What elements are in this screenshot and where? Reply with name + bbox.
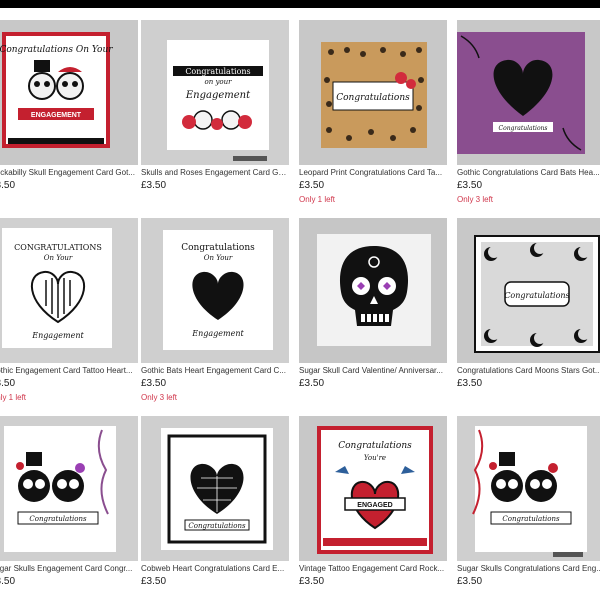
listing-title[interactable]: Skulls and Roses Engagement Card Go... bbox=[141, 168, 289, 177]
sugar-skulls-couple-icon: Congratulations bbox=[457, 416, 600, 561]
listing-thumbnail[interactable]: Congratulations On Your ENGAGEMENT bbox=[0, 20, 138, 165]
svg-text:on your: on your bbox=[205, 78, 233, 86]
listing-price: £3.50 bbox=[299, 180, 325, 191]
svg-text:Congratulations: Congratulations bbox=[502, 515, 560, 523]
listing-thumbnail[interactable] bbox=[299, 218, 447, 363]
listing-price: £3.50 bbox=[299, 576, 325, 587]
svg-text:ENGAGED: ENGAGED bbox=[357, 502, 392, 509]
svg-text:CONGRATULATIONS: CONGRATULATIONS bbox=[14, 243, 102, 252]
listing-price: £3.50 bbox=[0, 180, 16, 191]
listing-title[interactable]: Gothic Engagement Card Tattoo Heart... bbox=[0, 366, 138, 375]
listing-title[interactable]: Congratulations Card Moons Stars Got... bbox=[457, 366, 600, 375]
listing-price: £3.50 bbox=[0, 576, 16, 587]
sugar-skulls-couple-icon: Congratulations bbox=[0, 416, 138, 561]
tattoo-banner-icon: Congratulations You're ENGAGED bbox=[299, 416, 447, 561]
sugar-skull-icon bbox=[299, 218, 447, 363]
svg-text:Congratulations: Congratulations bbox=[336, 93, 410, 103]
moons-stars-icon: Congratulations bbox=[457, 218, 600, 363]
listing-title[interactable]: Gothic Congratulations Card Bats Hea... bbox=[457, 168, 600, 177]
svg-text:You're: You're bbox=[364, 454, 386, 462]
listing-title[interactable]: Rockabilly Skull Engagement Card Got... bbox=[0, 168, 138, 177]
listing-price: £3.50 bbox=[141, 180, 167, 191]
listing-title[interactable]: Sugar Skulls Engagement Card Congr... bbox=[0, 564, 138, 573]
listing-grid: Congratulations On Your ENGAGEMENT Rocka… bbox=[0, 20, 600, 600]
svg-text:Congratulations: Congratulations bbox=[504, 291, 569, 300]
svg-text:Congratulations: Congratulations bbox=[181, 243, 255, 253]
svg-text:Engagement: Engagement bbox=[185, 90, 251, 101]
listing-thumbnail[interactable]: Congratulations You're ENGAGED bbox=[299, 416, 447, 561]
skull-couple-icon: Congratulations On Your ENGAGEMENT bbox=[0, 20, 138, 165]
listing-price: £3.50 bbox=[457, 378, 483, 389]
svg-text:Congratulations: Congratulations bbox=[185, 67, 250, 76]
listing-thumbnail[interactable]: Congratulations bbox=[457, 218, 600, 363]
listing-thumbnail[interactable]: Congratulations bbox=[299, 20, 447, 165]
svg-text:Engagement: Engagement bbox=[31, 331, 84, 340]
svg-text:On Your: On Your bbox=[204, 254, 233, 262]
leopard-print-icon: Congratulations bbox=[299, 20, 447, 165]
listing-title[interactable]: Sugar Skull Card Valentine/ Anniversar..… bbox=[299, 366, 447, 375]
bats-heart-icon: Congratulations On Your Engagement bbox=[141, 218, 289, 363]
listing-title[interactable]: Gothic Bats Heart Engagement Card C... bbox=[141, 366, 289, 375]
listing-thumbnail[interactable]: Congratulations bbox=[141, 416, 289, 561]
listing-title[interactable]: Cobweb Heart Congratulations Card E... bbox=[141, 564, 289, 573]
listing-price: £3.50 bbox=[141, 378, 167, 389]
listing-thumbnail[interactable]: Congratulations bbox=[0, 416, 138, 561]
svg-text:On Your: On Your bbox=[44, 254, 73, 262]
bat-heart-icon: Congratulations bbox=[457, 20, 600, 165]
listing-price: £3.50 bbox=[457, 180, 483, 191]
svg-text:Congratulations: Congratulations bbox=[338, 441, 412, 451]
svg-text:ENGAGEMENT: ENGAGEMENT bbox=[31, 112, 82, 119]
listing-thumbnail[interactable]: Congratulations bbox=[457, 416, 600, 561]
svg-text:Congratulations: Congratulations bbox=[185, 55, 250, 64]
listing-price: £3.50 bbox=[0, 378, 16, 389]
cobweb-heart-icon: Congratulations bbox=[141, 416, 289, 561]
svg-text:Congratulations: Congratulations bbox=[188, 522, 246, 530]
top-border bbox=[0, 0, 600, 8]
listing-thumbnail[interactable]: Congratulations Congratulations on your … bbox=[141, 20, 289, 165]
svg-text:Congratulations On Your: Congratulations On Your bbox=[0, 45, 113, 55]
listing-title[interactable]: Sugar Skulls Congratulations Card Eng... bbox=[457, 564, 600, 573]
stock-notice: Only 3 left bbox=[457, 195, 494, 204]
stock-notice: Only 3 left bbox=[141, 393, 178, 402]
listing-thumbnail[interactable]: Congratulations bbox=[457, 20, 600, 165]
svg-text:Congratulations: Congratulations bbox=[29, 515, 87, 523]
listing-title[interactable]: Leopard Print Congratulations Card Ta... bbox=[299, 168, 447, 177]
stock-notice: Only 1 left bbox=[299, 195, 336, 204]
svg-text:Congratulations: Congratulations bbox=[498, 125, 547, 132]
tattoo-heart-icon: CONGRATULATIONS On Your Engagement bbox=[0, 218, 138, 363]
listing-thumbnail[interactable]: CONGRATULATIONS On Your Engagement bbox=[0, 218, 138, 363]
listing-price: £3.50 bbox=[141, 576, 167, 587]
listing-price: £3.50 bbox=[457, 576, 483, 587]
svg-text:Engagement: Engagement bbox=[191, 329, 244, 338]
listing-price: £3.50 bbox=[299, 378, 325, 389]
skulls-roses-icon: Congratulations Congratulations on your … bbox=[141, 20, 289, 165]
listing-thumbnail[interactable]: Congratulations On Your Engagement bbox=[141, 218, 289, 363]
listing-title[interactable]: Vintage Tattoo Engagement Card Rock... bbox=[299, 564, 447, 573]
stock-notice: Only 1 left bbox=[0, 393, 27, 402]
